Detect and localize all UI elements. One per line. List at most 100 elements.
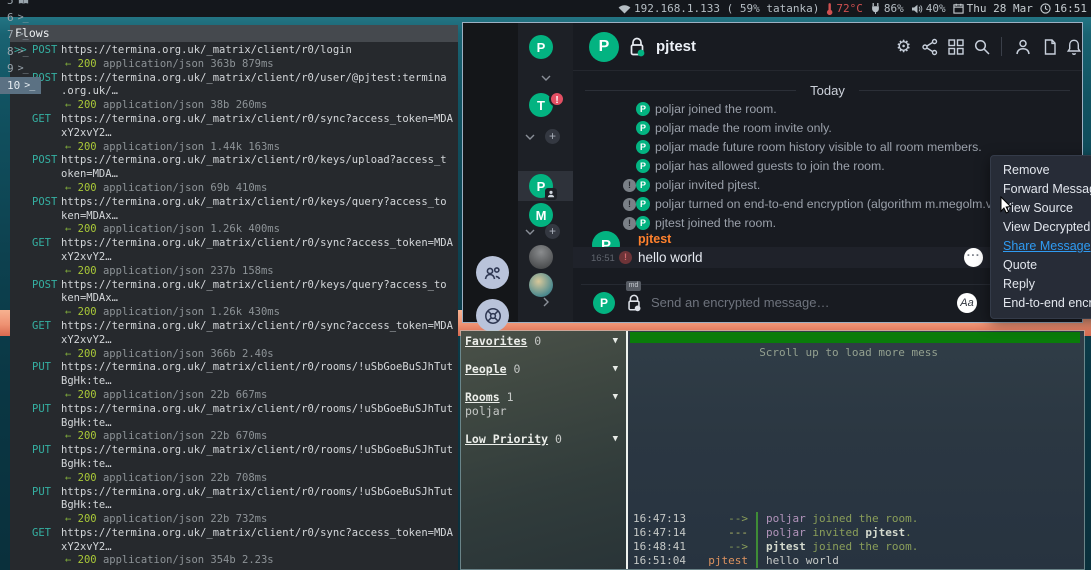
flow-row[interactable]: POST https://termina.org.uk/_matrix/clien… (10, 279, 458, 320)
http-method: GET (32, 320, 51, 334)
flow-row[interactable]: GEThttps://termina.org.uk/_matrix/client… (10, 320, 458, 361)
community-button[interactable] (476, 256, 509, 289)
chevron-right-icon[interactable] (543, 297, 549, 307)
chat-log: 16:47:13-->poljar joined the room.16:47:… (628, 512, 1084, 568)
status-area: 192.168.1.133 ( 59% tatanka) 72°C 86% 40… (618, 2, 1091, 15)
flow-row[interactable]: PUThttps://termina.org.uk/_matrix/client… (10, 403, 458, 444)
room-avatar-photo[interactable] (529, 245, 553, 269)
flow-row[interactable]: GEThttps://termina.org.uk/_matrix/client… (10, 527, 458, 568)
response-line: ← 200 application/json 69b 410ms (10, 182, 458, 196)
menu-item-end-to-end-encryption[interactable]: End-to-end encryption (991, 294, 1091, 313)
notifications-icon[interactable] (1065, 38, 1083, 56)
collapse-arrow-icon[interactable]: ▼ (613, 334, 618, 348)
request-url: https://termina.org.uk/_matrix/client/r0… (61, 279, 447, 291)
menu-item-share-message[interactable]: Share Message (991, 237, 1091, 256)
explore-button[interactable] (476, 299, 509, 332)
response-line: ← 200 application/json 237b 158ms (10, 265, 458, 279)
response-line: ← 200 application/json 38b 260ms (10, 99, 458, 113)
selected-room-row[interactable]: P (518, 171, 573, 201)
flow-row[interactable]: POSThttps://termina.org.uk/_matrix/clien… (10, 72, 458, 113)
user-avatar[interactable]: P (529, 35, 553, 59)
room-avatar[interactable]: P (589, 32, 619, 62)
chevron-down-icon[interactable] (541, 75, 551, 81)
flow-row[interactable]: GEThttps://termina.org.uk/_matrix/client… (10, 113, 458, 154)
response-line: ← 200 application/json 1.44k 163ms (10, 141, 458, 155)
sidebar-room-item[interactable]: poljar (465, 404, 622, 418)
message-context-menu: RemoveForward MessageView SourceView Dec… (990, 155, 1091, 319)
room-header: P pjtest ⚙ (573, 23, 1082, 71)
event-text: poljar invited pjtest. (655, 178, 760, 192)
collapse-arrow-icon[interactable]: ▼ (613, 390, 618, 404)
flow-row[interactable]: GEThttps://termina.org.uk/_matrix/client… (10, 237, 458, 278)
http-method: POST (32, 279, 57, 293)
invite-notification-badge: ! (549, 91, 565, 107)
sidebar-section-low-priority[interactable]: Low Priority 0 ▼ (465, 432, 622, 446)
flow-row[interactable]: POSThttps://termina.org.uk/_matrix/clien… (10, 154, 458, 195)
menu-item-quote[interactable]: Quote (991, 256, 1091, 275)
workspace-5[interactable]: 5 (0, 0, 41, 9)
clock-status: 16:51 (1040, 2, 1087, 15)
chat-timestamp: 16:47:13 (628, 512, 704, 526)
chat-line: 16:51:04pjtesthello world (628, 554, 1084, 568)
flows-panel-title: Flows (10, 25, 458, 42)
apps-icon[interactable] (947, 38, 965, 56)
chat-prefix: pjtest (704, 554, 748, 568)
settings-icon[interactable]: ⚙ (896, 38, 914, 56)
chevron-down-icon[interactable] (525, 229, 535, 235)
load-progress-bar (630, 332, 1080, 343)
chat-message: pjtest joined the room. (756, 540, 918, 554)
flow-row[interactable]: PUThttps://termina.org.uk/_matrix/client… (10, 444, 458, 485)
request-url: https://termina.org.uk/_matrix/client/r0… (61, 72, 447, 84)
workspace-10[interactable]: 10>_ (0, 77, 41, 94)
menu-item-view-decrypted-source[interactable]: View Decrypted Source (991, 218, 1091, 237)
request-url: https://termina.org.uk/_matrix/client/r0… (61, 237, 453, 249)
request-url: https://termina.org.uk/_matrix/client/r0… (61, 403, 453, 415)
timeline-event[interactable]: Ppoljar made the room invite only. (573, 119, 1082, 138)
room-avatar-planet[interactable] (529, 273, 553, 297)
flow-row[interactable]: POSThttps://termina.org.uk/_matrix/clien… (10, 196, 458, 237)
text-format-button[interactable]: Aa (957, 293, 977, 313)
event-avatar: P (636, 178, 650, 192)
share-icon[interactable] (921, 38, 939, 56)
workspace-7[interactable]: 7>_ (0, 26, 41, 43)
http-method: PUT (32, 361, 51, 375)
composer-placeholder[interactable]: Send an encrypted message… (651, 295, 830, 310)
http-method: POST (32, 154, 57, 168)
menu-item-reply[interactable]: Reply (991, 275, 1091, 294)
collapse-arrow-icon[interactable]: ▼ (613, 432, 618, 446)
chat-message: poljar joined the room. (756, 512, 918, 526)
chat-line: 16:47:14---poljar invited pjtest. (628, 526, 1084, 540)
network-label: 192.168.1.133 ( 59% tatanka) (634, 2, 819, 15)
collapse-arrow-icon[interactable]: ▼ (613, 362, 618, 376)
message-timestamp: 16:51 (591, 253, 615, 264)
workspace-9[interactable]: 9>_ (0, 60, 41, 77)
menu-item-remove[interactable]: Remove (991, 161, 1091, 180)
workspace-number: 6 (7, 11, 14, 24)
response-line: ← 200 application/json 22b 732ms (10, 513, 458, 527)
event-text: poljar made the room invite only. (655, 121, 832, 135)
power-plug-icon (870, 3, 881, 14)
file-icon[interactable] (1041, 38, 1059, 56)
message-options-button[interactable]: ··· (964, 248, 983, 267)
sidebar-section-people[interactable]: People 0 ▼ (465, 362, 622, 376)
member-icon[interactable] (1014, 38, 1032, 56)
flow-row[interactable]: PUThttps://termina.org.uk/_matrix/client… (10, 486, 458, 527)
people-icon (483, 263, 503, 283)
chat-timestamp: 16:51:04 (628, 554, 704, 568)
sidebar-section-favorites[interactable]: Favorites 0 ▼ (465, 334, 622, 348)
add-room-button[interactable]: + (545, 129, 560, 144)
workspace-8[interactable]: 8>_ (0, 43, 41, 60)
workspace-6[interactable]: 6>_ (0, 9, 41, 26)
timeline-event[interactable]: Ppoljar joined the room. (573, 100, 1082, 119)
flow-row[interactable]: >>POSThttps://termina.org.uk/_matrix/cli… (10, 44, 458, 72)
search-icon[interactable] (973, 38, 991, 56)
event-avatar: P (636, 121, 650, 135)
sidebar-section-rooms[interactable]: Rooms 1 ▼ (465, 390, 622, 404)
add-room-button[interactable]: + (545, 224, 560, 239)
wifi-icon (618, 4, 631, 14)
workspace-number: 8 (7, 45, 14, 58)
chevron-down-icon[interactable] (525, 134, 535, 140)
flow-row[interactable]: PUThttps://termina.org.uk/_matrix/client… (10, 361, 458, 402)
mitmproxy-window: Flows >>POSThttps://termina.org.uk/_matr… (10, 25, 458, 570)
date-label: Thu 28 Mar (967, 2, 1033, 15)
